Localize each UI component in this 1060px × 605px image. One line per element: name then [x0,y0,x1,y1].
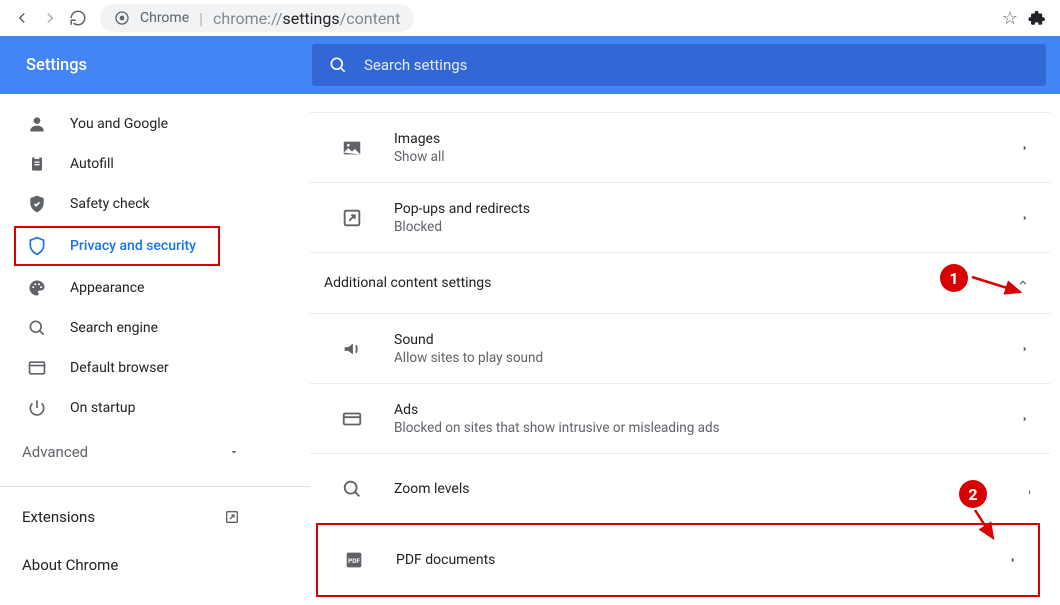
sound-icon [338,335,366,363]
sidebar-divider [0,486,310,487]
chevron-right-icon [1020,414,1030,424]
search-icon [328,55,348,75]
browser-toolbar: Chrome | chrome://settings/content ☆ [0,0,1060,36]
pdf-icon: PDF [340,546,368,574]
sidebar-item-label: You and Google [70,116,168,132]
extensions-puzzle-icon[interactable] [1028,9,1046,27]
extensions-label: Extensions [22,508,95,526]
row-title: Pop-ups and redirects [394,201,1020,217]
section-title: Additional content settings [324,275,491,291]
popup-icon [338,204,366,232]
chevron-right-icon [1020,143,1030,153]
reload-button[interactable] [64,4,92,32]
sidebar-item-label: On startup [70,400,136,416]
settings-header: Settings [0,36,1060,94]
row-subtitle: Allow sites to play sound [394,350,1020,366]
sidebar-item-label: Safety check [70,196,150,212]
row-images[interactable]: Images Show all [310,112,1050,182]
sidebar-advanced-toggle[interactable]: Advanced [0,428,310,476]
chevron-right-icon [1020,213,1030,223]
person-icon [26,113,48,135]
open-external-icon [224,509,240,525]
search-icon [26,317,48,339]
sidebar-item-on-startup[interactable]: On startup [0,388,294,428]
palette-icon [26,277,48,299]
zoom-icon [338,475,366,503]
sidebar-item-search-engine[interactable]: Search engine [0,308,294,348]
page-title: Settings [0,56,310,75]
sidebar-item-you-and-google[interactable]: You and Google [0,104,294,144]
search-settings-bar[interactable] [312,44,1046,86]
sidebar-item-label: Autofill [70,156,114,172]
annotation-arrow-2 [965,506,1005,546]
row-subtitle: Blocked [394,219,1020,235]
row-title: PDF documents [396,552,1008,568]
forward-button[interactable] [36,4,64,32]
sidebar-item-autofill[interactable]: Autofill [0,144,294,184]
sidebar-item-safety-check[interactable]: Safety check [0,184,294,224]
annotation-arrow-1 [970,272,1030,302]
power-icon [26,397,48,419]
shield-check-icon [26,193,48,215]
annotation-badge-1: 1 [940,264,968,292]
row-zoom-levels[interactable]: Zoom levels [310,453,1050,523]
content-panel: Images Show all Pop-ups and redirects Bl… [310,94,1060,605]
sidebar-item-label: Privacy and security [70,238,196,254]
url-suffix: /content [340,9,401,28]
advanced-label: Advanced [22,443,88,461]
row-popups[interactable]: Pop-ups and redirects Blocked [310,182,1050,252]
url-prefix: chrome:// [213,9,282,28]
about-label: About Chrome [22,556,118,574]
back-button[interactable] [8,4,36,32]
sidebar-item-label: Default browser [70,360,169,376]
sidebar-item-default-browser[interactable]: Default browser [0,348,294,388]
annotation-badge-2: 2 [959,480,987,508]
arrow-left-icon [13,9,31,27]
row-ads[interactable]: Ads Blocked on sites that show intrusive… [310,383,1050,453]
chevron-down-icon [228,446,240,458]
svg-text:PDF: PDF [348,557,360,565]
bookmark-star-icon[interactable]: ☆ [1002,8,1018,29]
row-subtitle: Blocked on sites that show intrusive or … [394,420,1020,436]
address-label: Chrome [140,10,189,26]
sidebar-item-label: Appearance [70,280,144,296]
row-subtitle: Show all [394,149,1020,165]
search-settings-input[interactable] [364,56,1030,74]
sidebar-item-label: Search engine [70,320,158,336]
arrow-right-icon [41,9,59,27]
reload-icon [69,9,87,27]
address-separator: | [199,9,203,28]
additional-content-settings-header[interactable]: Additional content settings [310,252,1050,313]
row-pdf-documents-frame: PDF PDF documents [316,523,1040,597]
ads-icon [338,405,366,433]
settings-sidebar: You and Google Autofill Safety check Pri… [0,94,310,605]
image-icon [338,134,366,162]
row-javascript-partial[interactable] [310,94,1050,112]
sidebar-about-chrome[interactable]: About Chrome [0,541,310,589]
url-bold: settings [282,9,339,28]
row-title: Zoom levels [394,481,1020,497]
clipboard-icon [26,153,48,175]
shield-icon [26,235,48,257]
chevron-right-icon [1020,484,1030,494]
row-pdf-documents[interactable]: PDF PDF documents [318,525,1038,595]
sidebar-item-privacy-security[interactable]: Privacy and security [14,226,220,266]
chrome-logo-icon [114,10,130,26]
address-bar[interactable]: Chrome | chrome://settings/content [100,4,414,32]
sidebar-item-appearance[interactable]: Appearance [0,268,294,308]
row-title: Ads [394,402,1020,418]
sidebar-extensions-link[interactable]: Extensions [0,493,310,541]
row-title: Sound [394,332,1020,348]
chevron-right-icon [1020,344,1030,354]
row-title: Images [394,131,1020,147]
row-sound[interactable]: Sound Allow sites to play sound [310,313,1050,383]
chevron-right-icon [1008,555,1018,565]
browser-window-icon [26,357,48,379]
